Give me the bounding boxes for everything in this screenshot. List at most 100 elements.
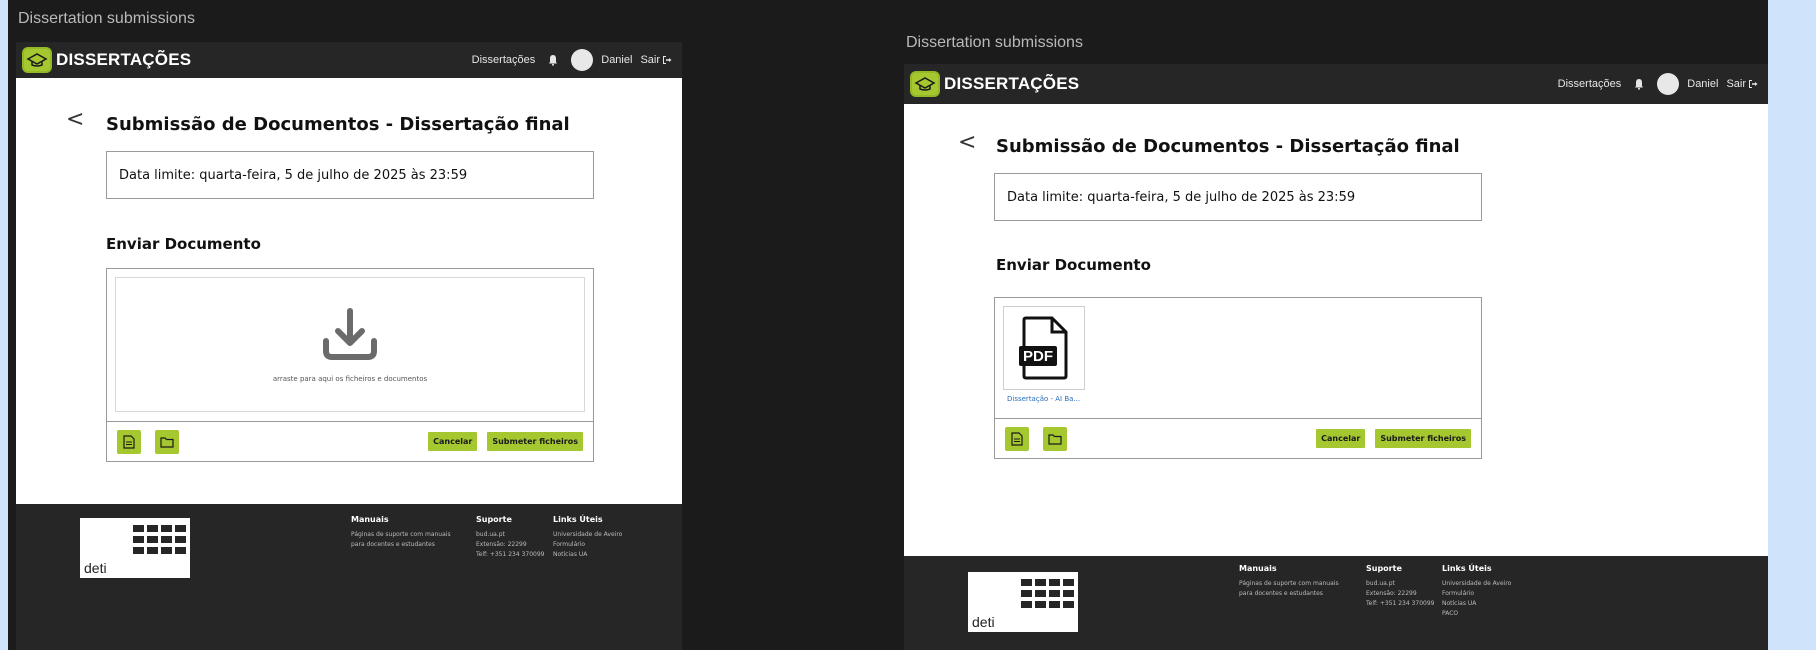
deti-logo-text: deti xyxy=(972,614,995,630)
footer-manuals: Manuais Páginas de suporte com manuais p… xyxy=(351,515,451,550)
footer-manuals-heading: Manuais xyxy=(351,515,389,524)
brand-logo-icon[interactable] xyxy=(910,71,940,97)
app-window: DISSERTAÇÕES Dissertações Daniel Sair < … xyxy=(16,42,682,650)
footer-support-heading: Suporte xyxy=(476,515,512,524)
logout-button[interactable]: Sair xyxy=(1726,78,1758,90)
add-folder-button[interactable] xyxy=(155,429,179,454)
add-folder-button[interactable] xyxy=(1043,426,1067,451)
deti-logo: deti xyxy=(80,518,190,578)
folder-icon xyxy=(1048,433,1062,445)
cancel-button[interactable]: Cancelar xyxy=(1316,429,1366,448)
logout-label: Sair xyxy=(1726,78,1746,90)
upload-toolbar: Cancelar Submeter ficheiros xyxy=(995,418,1481,458)
logout-button[interactable]: Sair xyxy=(640,54,672,66)
logout-icon xyxy=(1749,80,1758,88)
deadline-text: Data limite: quarta-feira, 5 de julho de… xyxy=(1007,189,1356,205)
file-icon xyxy=(1011,431,1023,446)
upload-box: arraste para aqui os ficheiros e documen… xyxy=(106,268,594,462)
deadline-text: Data limite: quarta-feira, 5 de julho de… xyxy=(119,167,468,183)
deadline-box: Data limite: quarta-feira, 5 de julho de… xyxy=(994,173,1482,221)
page-title: Submissão de Documentos - Dissertação fi… xyxy=(106,114,570,135)
brand-name[interactable]: DISSERTAÇÕES xyxy=(56,50,191,70)
bell-icon[interactable] xyxy=(547,54,559,66)
brand-logo-icon[interactable] xyxy=(22,47,52,73)
deti-logo-grid xyxy=(132,524,187,555)
logout-label: Sair xyxy=(640,54,660,66)
add-file-button[interactable] xyxy=(117,429,141,454)
footer: deti Manuais Páginas de suporte com manu… xyxy=(904,556,1768,650)
dropzone[interactable]: arraste para aqui os ficheiros e documen… xyxy=(115,277,585,412)
footer-support-line: Telf: +351 234 370099 xyxy=(1366,600,1435,607)
footer: deti Manuais Páginas de suporte com manu… xyxy=(16,504,682,650)
bell-icon[interactable] xyxy=(1633,78,1645,90)
footer-manuals-line: para docentes e estudantes xyxy=(351,541,435,548)
footer-manuals-line: Páginas de suporte com manuais xyxy=(1239,580,1339,587)
cancel-button[interactable]: Cancelar xyxy=(428,432,478,451)
footer-link[interactable]: PACO xyxy=(1442,609,1511,619)
left-edge-strip xyxy=(0,0,8,650)
logout-icon xyxy=(663,56,672,64)
user-name[interactable]: Daniel xyxy=(1687,78,1718,90)
nav-link-dissertacoes[interactable]: Dissertações xyxy=(1558,78,1622,90)
back-button[interactable]: < xyxy=(66,107,84,132)
download-icon xyxy=(323,307,377,360)
add-file-button[interactable] xyxy=(1005,426,1029,451)
pdf-label: PDF xyxy=(1023,348,1053,365)
footer-manuals-line: para docentes e estudantes xyxy=(1239,590,1323,597)
footer-support-link[interactable]: bud.ua.pt xyxy=(476,530,544,540)
footer-links: Links Úteis Universidade de Aveiro Formu… xyxy=(1442,564,1511,619)
footer-links-heading: Links Úteis xyxy=(553,515,603,524)
footer-manuals: Manuais Páginas de suporte com manuais p… xyxy=(1239,564,1339,599)
footer-support: Suporte bud.ua.pt Extensão: 22299 Telf: … xyxy=(1366,564,1434,609)
folder-icon xyxy=(160,436,174,448)
footer-support-line: Extensão: 22299 xyxy=(1366,590,1417,597)
footer-links-heading: Links Úteis xyxy=(1442,564,1492,573)
submit-files-button[interactable]: Submeter ficheiros xyxy=(1375,429,1471,448)
section-title: Enviar Documento xyxy=(106,235,261,253)
app-window: DISSERTAÇÕES Dissertações Daniel Sair < … xyxy=(904,64,1768,650)
window-title: Dissertation submissions xyxy=(906,34,1083,51)
upload-toolbar: Cancelar Submeter ficheiros xyxy=(107,421,593,461)
page-title: Submissão de Documentos - Dissertação fi… xyxy=(996,136,1460,157)
footer-support-heading: Suporte xyxy=(1366,564,1402,573)
deti-logo-grid xyxy=(1020,578,1075,609)
window-title: Dissertation submissions xyxy=(18,10,195,27)
footer-support: Suporte bud.ua.pt Extensão: 22299 Telf: … xyxy=(476,515,544,560)
footer-link[interactable]: Formulário xyxy=(553,540,622,550)
section-title: Enviar Documento xyxy=(996,256,1151,274)
footer-links: Links Úteis Universidade de Aveiro Formu… xyxy=(553,515,622,560)
left-screenshot: Dissertation submissions DISSERTAÇÕES Di… xyxy=(16,0,682,650)
footer-manuals-heading: Manuais xyxy=(1239,564,1277,573)
file-icon xyxy=(123,434,135,449)
footer-support-line: Extensão: 22299 xyxy=(476,541,527,548)
upload-box: PDF Dissertação - AI Ba... Cancelar Subm… xyxy=(994,297,1482,459)
footer-support-line: Telf: +351 234 370099 xyxy=(476,551,545,558)
file-name[interactable]: Dissertação - AI Ba... xyxy=(1007,395,1080,403)
deadline-box: Data limite: quarta-feira, 5 de julho de… xyxy=(106,151,594,199)
footer-support-link[interactable]: bud.ua.pt xyxy=(1366,579,1434,589)
dropzone-hint: arraste para aqui os ficheiros e documen… xyxy=(272,374,428,383)
footer-manuals-line: Páginas de suporte com manuais xyxy=(351,531,451,538)
file-card[interactable]: PDF xyxy=(1003,306,1085,390)
back-button[interactable]: < xyxy=(958,130,976,155)
right-screenshot: Dissertation submissions DISSERTAÇÕES Di… xyxy=(904,0,1768,650)
deti-logo: deti xyxy=(968,572,1078,632)
right-edge-strip xyxy=(1768,0,1816,650)
footer-link[interactable]: Notícias UA xyxy=(553,550,622,560)
footer-link[interactable]: Universidade de Aveiro xyxy=(553,530,622,540)
user-name[interactable]: Daniel xyxy=(601,54,632,66)
nav-right: Dissertações Daniel Sair xyxy=(472,49,682,71)
brand-name[interactable]: DISSERTAÇÕES xyxy=(944,74,1079,94)
navbar: DISSERTAÇÕES Dissertações Daniel Sair xyxy=(16,42,682,78)
avatar[interactable] xyxy=(1657,73,1680,95)
deti-logo-text: deti xyxy=(84,560,107,576)
nav-right: Dissertações Daniel Sair xyxy=(1558,73,1768,95)
footer-link[interactable]: Universidade de Aveiro xyxy=(1442,579,1511,589)
nav-link-dissertacoes[interactable]: Dissertações xyxy=(472,54,536,66)
footer-link[interactable]: Notícias UA xyxy=(1442,599,1511,609)
avatar[interactable] xyxy=(571,49,594,71)
submit-files-button[interactable]: Submeter ficheiros xyxy=(487,432,583,451)
footer-link[interactable]: Formulário xyxy=(1442,589,1511,599)
navbar: DISSERTAÇÕES Dissertações Daniel Sair xyxy=(904,64,1768,104)
pdf-file-icon: PDF xyxy=(1019,316,1068,380)
